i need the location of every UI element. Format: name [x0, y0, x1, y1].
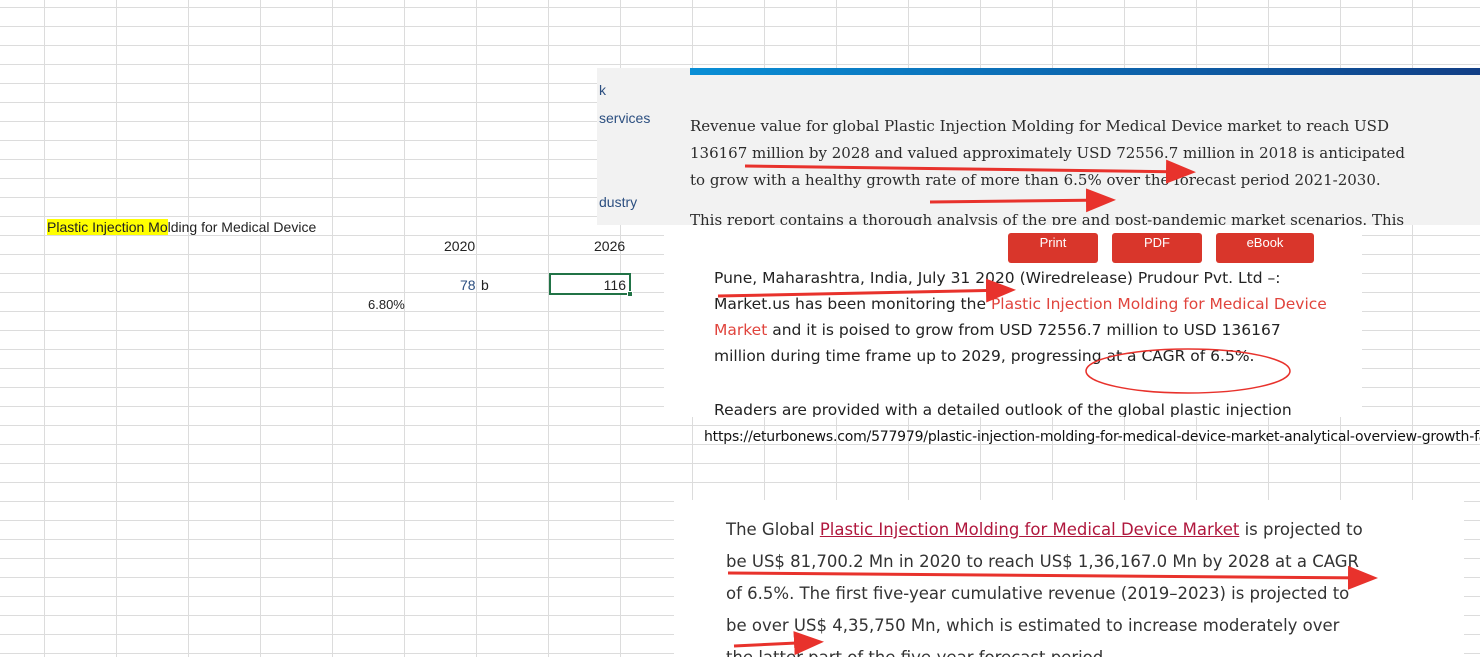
pdf-button[interactable]: PDF	[1112, 233, 1202, 263]
cell-value-2020[interactable]: 78	[460, 276, 476, 294]
fill-handle[interactable]	[627, 291, 633, 297]
press-release-paragraph: Pune, Maharashtra, India, July 31 2020 (…	[714, 265, 1334, 369]
title-text: lding for Medical Device	[167, 219, 317, 235]
paragraph-text-end: and it is poised to grow from USD 72556.…	[714, 321, 1281, 365]
cell-cagr[interactable]: 6.80%	[368, 296, 405, 314]
cell-year-2026[interactable]: 2026	[594, 237, 625, 255]
side-label-3: dustry	[599, 194, 638, 210]
cell-title[interactable]: Plastic Injection Molding for Medical De…	[47, 218, 316, 236]
source-url[interactable]: https://eturbonews.com/577979/plastic-in…	[704, 429, 1480, 445]
cell-value-2026: 116	[603, 277, 626, 293]
article-paragraph-1: Revenue value for global Plastic Injecti…	[690, 117, 1405, 189]
side-label-2: services	[599, 110, 651, 126]
paragraph-text: The Global	[726, 520, 820, 539]
header-gradient-bar	[690, 68, 1480, 75]
market-link[interactable]: Plastic Injection Molding for Medical De…	[820, 520, 1240, 539]
pasted-image-3[interactable]: The Global Plastic Injection Molding for…	[674, 500, 1464, 657]
pasted-image-1[interactable]: k services dustry Revenue value for glob…	[597, 68, 1480, 225]
paragraph-text-end: is projected to be US$ 81,700.2 Mn in 20…	[726, 520, 1363, 657]
cell-unit[interactable]: b	[481, 276, 489, 294]
article-paragraph-2: This report contains a thorough analysis…	[690, 211, 1405, 225]
cell-year-2020[interactable]: 2020	[444, 237, 475, 255]
print-button[interactable]: Print	[1008, 233, 1098, 263]
market-paragraph: The Global Plastic Injection Molding for…	[726, 514, 1366, 657]
press-release-paragraph-2: Readers are provided with a detailed out…	[714, 401, 1292, 417]
highlighted-text: Plastic Injection Mo	[47, 219, 168, 235]
selected-cell[interactable]: 116	[549, 273, 631, 295]
pasted-image-2[interactable]: Print PDF eBook Pune, Maharashtra, India…	[664, 225, 1362, 417]
ebook-button[interactable]: eBook	[1216, 233, 1314, 263]
side-label-1: k	[599, 82, 606, 98]
